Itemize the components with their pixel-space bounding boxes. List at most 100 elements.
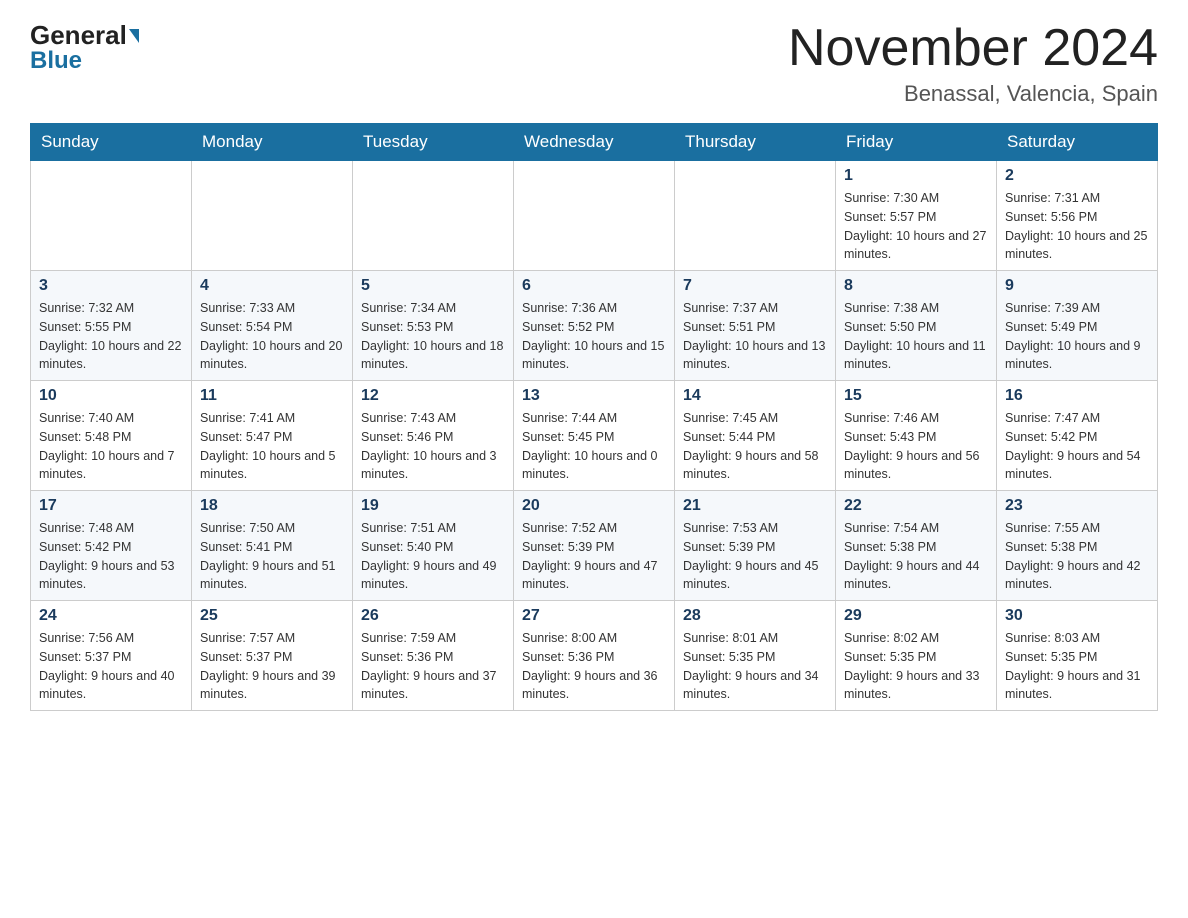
day-info: Sunrise: 7:33 AMSunset: 5:54 PMDaylight:… bbox=[200, 299, 344, 374]
day-number: 12 bbox=[361, 387, 505, 405]
calendar-cell: 28 Sunrise: 8:01 AMSunset: 5:35 PMDayligh… bbox=[675, 601, 836, 711]
calendar-subtitle: Benassal, Valencia, Spain bbox=[788, 81, 1158, 107]
calendar-cell: 1 Sunrise: 7:30 AMSunset: 5:57 PMDaylight… bbox=[836, 161, 997, 271]
day-number: 27 bbox=[522, 607, 666, 625]
calendar-cell: 7Sunrise: 7:37 AMSunset: 5:51 PMDaylight… bbox=[675, 271, 836, 381]
calendar-cell bbox=[675, 161, 836, 271]
day-number: 1 bbox=[844, 167, 988, 185]
weekday-header-wednesday: Wednesday bbox=[514, 124, 675, 161]
day-number: 6 bbox=[522, 277, 666, 295]
calendar-cell: 6 Sunrise: 7:36 AMSunset: 5:52 PMDaylight… bbox=[514, 271, 675, 381]
calendar-cell: 25 Sunrise: 7:57 AMSunset: 5:37 PMDayligh… bbox=[192, 601, 353, 711]
day-info: Sunrise: 7:47 AMSunset: 5:42 PMDaylight:… bbox=[1005, 409, 1149, 484]
day-number: 24 bbox=[39, 607, 183, 625]
logo-blue-text: Blue bbox=[30, 47, 82, 75]
calendar-cell: 2 Sunrise: 7:31 AMSunset: 5:56 PMDaylight… bbox=[997, 161, 1158, 271]
day-number: 15 bbox=[844, 387, 988, 405]
calendar-cell: 22Sunrise: 7:54 AMSunset: 5:38 PMDayligh… bbox=[836, 491, 997, 601]
day-info: Sunrise: 7:51 AMSunset: 5:40 PMDaylight:… bbox=[361, 519, 505, 594]
day-number: 9 bbox=[1005, 277, 1149, 295]
day-number: 11 bbox=[200, 387, 344, 405]
calendar-cell: 11 Sunrise: 7:41 AMSunset: 5:47 PMDayligh… bbox=[192, 381, 353, 491]
day-info: Sunrise: 8:03 AMSunset: 5:35 PMDaylight:… bbox=[1005, 629, 1149, 704]
calendar-cell bbox=[192, 161, 353, 271]
calendar-cell: 20 Sunrise: 7:52 AMSunset: 5:39 PMDayligh… bbox=[514, 491, 675, 601]
calendar-cell: 17Sunrise: 7:48 AMSunset: 5:42 PMDayligh… bbox=[31, 491, 192, 601]
day-number: 28 bbox=[683, 607, 827, 625]
day-number: 25 bbox=[200, 607, 344, 625]
calendar-cell: 12 Sunrise: 7:43 AMSunset: 5:46 PMDayligh… bbox=[353, 381, 514, 491]
calendar-cell: 19 Sunrise: 7:51 AMSunset: 5:40 PMDayligh… bbox=[353, 491, 514, 601]
calendar-row-1: 1 Sunrise: 7:30 AMSunset: 5:57 PMDaylight… bbox=[31, 161, 1158, 271]
calendar-cell bbox=[514, 161, 675, 271]
calendar-table: SundayMondayTuesdayWednesdayThursdayFrid… bbox=[30, 123, 1158, 711]
calendar-cell: 24 Sunrise: 7:56 AMSunset: 5:37 PMDayligh… bbox=[31, 601, 192, 711]
weekday-header-saturday: Saturday bbox=[997, 124, 1158, 161]
day-info: Sunrise: 7:57 AMSunset: 5:37 PMDaylight:… bbox=[200, 629, 344, 704]
title-area: November 2024 Benassal, Valencia, Spain bbox=[788, 20, 1158, 107]
calendar-row-3: 10Sunrise: 7:40 AMSunset: 5:48 PMDayligh… bbox=[31, 381, 1158, 491]
day-info: Sunrise: 7:41 AMSunset: 5:47 PMDaylight:… bbox=[200, 409, 344, 484]
day-info: Sunrise: 7:32 AMSunset: 5:55 PMDaylight:… bbox=[39, 299, 183, 374]
calendar-cell: 3 Sunrise: 7:32 AMSunset: 5:55 PMDaylight… bbox=[31, 271, 192, 381]
weekday-header-sunday: Sunday bbox=[31, 124, 192, 161]
day-info: Sunrise: 7:48 AMSunset: 5:42 PMDaylight:… bbox=[39, 519, 183, 594]
day-info: Sunrise: 7:53 AMSunset: 5:39 PMDaylight:… bbox=[683, 519, 827, 594]
calendar-cell: 27 Sunrise: 8:00 AMSunset: 5:36 PMDayligh… bbox=[514, 601, 675, 711]
page-header: General Blue November 2024 Benassal, Val… bbox=[30, 20, 1158, 107]
calendar-cell: 30 Sunrise: 8:03 AMSunset: 5:35 PMDayligh… bbox=[997, 601, 1158, 711]
day-info: Sunrise: 7:40 AMSunset: 5:48 PMDaylight:… bbox=[39, 409, 183, 484]
day-number: 8 bbox=[844, 277, 988, 295]
calendar-cell: 15 Sunrise: 7:46 AMSunset: 5:43 PMDayligh… bbox=[836, 381, 997, 491]
day-number: 16 bbox=[1005, 387, 1149, 405]
calendar-cell: 29 Sunrise: 8:02 AMSunset: 5:35 PMDayligh… bbox=[836, 601, 997, 711]
day-info: Sunrise: 8:02 AMSunset: 5:35 PMDaylight:… bbox=[844, 629, 988, 704]
calendar-cell: 4Sunrise: 7:33 AMSunset: 5:54 PMDaylight… bbox=[192, 271, 353, 381]
calendar-row-2: 3 Sunrise: 7:32 AMSunset: 5:55 PMDaylight… bbox=[31, 271, 1158, 381]
day-number: 30 bbox=[1005, 607, 1149, 625]
day-info: Sunrise: 8:01 AMSunset: 5:35 PMDaylight:… bbox=[683, 629, 827, 704]
calendar-cell bbox=[353, 161, 514, 271]
weekday-header-thursday: Thursday bbox=[675, 124, 836, 161]
calendar-row-4: 17Sunrise: 7:48 AMSunset: 5:42 PMDayligh… bbox=[31, 491, 1158, 601]
calendar-cell: 18Sunrise: 7:50 AMSunset: 5:41 PMDayligh… bbox=[192, 491, 353, 601]
day-info: Sunrise: 7:44 AMSunset: 5:45 PMDaylight:… bbox=[522, 409, 666, 484]
day-number: 3 bbox=[39, 277, 183, 295]
day-info: Sunrise: 7:43 AMSunset: 5:46 PMDaylight:… bbox=[361, 409, 505, 484]
day-info: Sunrise: 7:52 AMSunset: 5:39 PMDaylight:… bbox=[522, 519, 666, 594]
calendar-cell: 26 Sunrise: 7:59 AMSunset: 5:36 PMDayligh… bbox=[353, 601, 514, 711]
day-number: 29 bbox=[844, 607, 988, 625]
weekday-header-row: SundayMondayTuesdayWednesdayThursdayFrid… bbox=[31, 124, 1158, 161]
weekday-header-friday: Friday bbox=[836, 124, 997, 161]
day-number: 2 bbox=[1005, 167, 1149, 185]
calendar-title: November 2024 bbox=[788, 20, 1158, 77]
day-info: Sunrise: 8:00 AMSunset: 5:36 PMDaylight:… bbox=[522, 629, 666, 704]
calendar-cell bbox=[31, 161, 192, 271]
calendar-cell: 16 Sunrise: 7:47 AMSunset: 5:42 PMDayligh… bbox=[997, 381, 1158, 491]
day-number: 14 bbox=[683, 387, 827, 405]
day-number: 26 bbox=[361, 607, 505, 625]
day-info: Sunrise: 7:38 AMSunset: 5:50 PMDaylight:… bbox=[844, 299, 988, 374]
day-info: Sunrise: 7:56 AMSunset: 5:37 PMDaylight:… bbox=[39, 629, 183, 704]
day-info: Sunrise: 7:45 AMSunset: 5:44 PMDaylight:… bbox=[683, 409, 827, 484]
calendar-row-5: 24 Sunrise: 7:56 AMSunset: 5:37 PMDayligh… bbox=[31, 601, 1158, 711]
day-info: Sunrise: 7:59 AMSunset: 5:36 PMDaylight:… bbox=[361, 629, 505, 704]
day-info: Sunrise: 7:34 AMSunset: 5:53 PMDaylight:… bbox=[361, 299, 505, 374]
weekday-header-tuesday: Tuesday bbox=[353, 124, 514, 161]
day-number: 19 bbox=[361, 497, 505, 515]
calendar-cell: 14 Sunrise: 7:45 AMSunset: 5:44 PMDayligh… bbox=[675, 381, 836, 491]
day-info: Sunrise: 7:36 AMSunset: 5:52 PMDaylight:… bbox=[522, 299, 666, 374]
day-number: 13 bbox=[522, 387, 666, 405]
calendar-cell: 21Sunrise: 7:53 AMSunset: 5:39 PMDayligh… bbox=[675, 491, 836, 601]
weekday-header-monday: Monday bbox=[192, 124, 353, 161]
day-info: Sunrise: 7:39 AMSunset: 5:49 PMDaylight:… bbox=[1005, 299, 1149, 374]
day-info: Sunrise: 7:55 AMSunset: 5:38 PMDaylight:… bbox=[1005, 519, 1149, 594]
day-number: 20 bbox=[522, 497, 666, 515]
day-info: Sunrise: 7:46 AMSunset: 5:43 PMDaylight:… bbox=[844, 409, 988, 484]
day-info: Sunrise: 7:30 AMSunset: 5:57 PMDaylight:… bbox=[844, 189, 988, 264]
calendar-cell: 23Sunrise: 7:55 AMSunset: 5:38 PMDayligh… bbox=[997, 491, 1158, 601]
day-info: Sunrise: 7:37 AMSunset: 5:51 PMDaylight:… bbox=[683, 299, 827, 374]
day-info: Sunrise: 7:31 AMSunset: 5:56 PMDaylight:… bbox=[1005, 189, 1149, 264]
logo-triangle-icon bbox=[129, 29, 139, 43]
logo: General Blue bbox=[30, 20, 141, 75]
